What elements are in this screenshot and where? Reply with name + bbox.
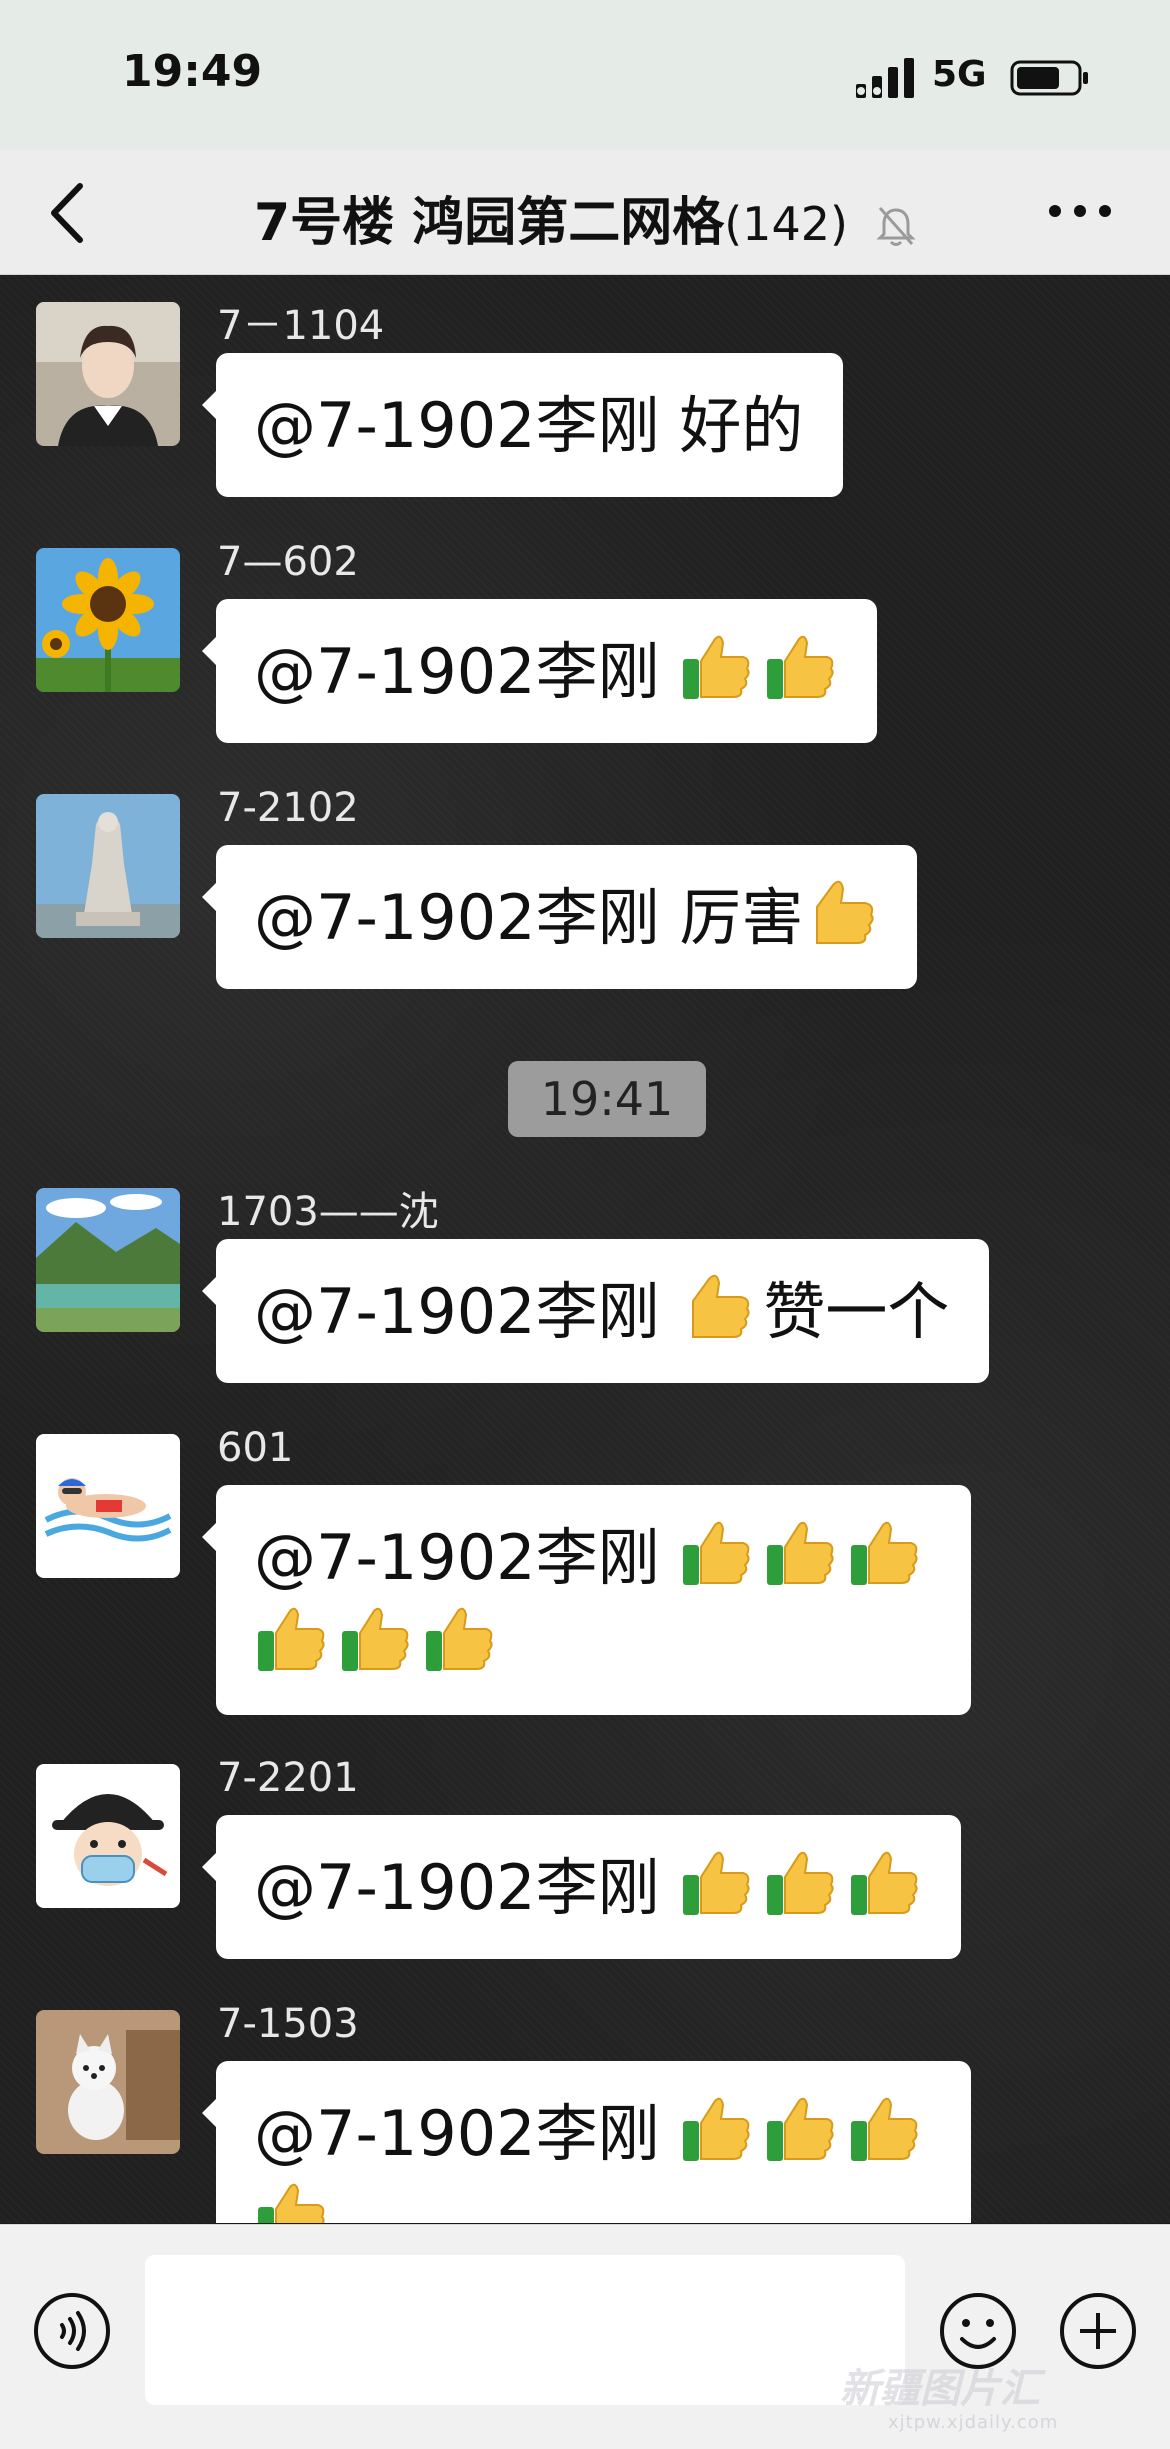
mention: @7-1902李刚 xyxy=(254,635,660,708)
plus-icon[interactable] xyxy=(1058,2291,1138,2371)
signal-icon xyxy=(856,58,914,98)
thumbs-up-emoji xyxy=(767,2097,834,2161)
message-bubble[interactable]: @7-1902李刚 好的 xyxy=(201,353,844,497)
thumbs-up-emoji xyxy=(767,635,834,699)
thumbs-up-emoji xyxy=(683,635,750,699)
sender-name: 7—602 xyxy=(217,539,359,585)
thumbs-up-emoji xyxy=(342,1607,409,1671)
message-text: 厉害 xyxy=(659,881,804,954)
thumbs-up-emoji xyxy=(816,880,874,944)
thumbs-up-emoji xyxy=(767,1521,834,1585)
message-text xyxy=(660,635,680,708)
mention: @7-1902李刚 xyxy=(254,1275,660,1348)
sender-name: 1703——沈 xyxy=(217,1189,439,1235)
battery-icon xyxy=(1010,60,1088,96)
message-bubble[interactable]: @7-1902李刚 厉害 xyxy=(201,845,918,989)
network-type: 5G xyxy=(932,54,987,95)
chat-header: 7号楼 鸿园第二网格(142) xyxy=(0,150,1170,275)
more-dots-icon[interactable] xyxy=(1045,196,1115,226)
status-time: 19:49 xyxy=(122,46,263,97)
message-text xyxy=(660,1275,680,1348)
sender-name: 7-1503 xyxy=(217,2001,359,2047)
thumbs-up-emoji xyxy=(258,1607,325,1671)
avatar[interactable] xyxy=(36,548,180,692)
mention: @7-1902李刚 xyxy=(254,2097,660,2170)
mention: @7-1902李刚 xyxy=(254,389,660,462)
time-divider: 19:41 xyxy=(508,1061,706,1137)
mention: @7-1902李刚 xyxy=(254,1851,660,1924)
sender-name: 7－1104 xyxy=(217,303,385,349)
thumbs-up-emoji xyxy=(258,2183,325,2223)
group-name: 7号楼 鸿园第二网格 xyxy=(253,193,725,253)
sender-name: 7-2102 xyxy=(217,785,359,831)
avatar[interactable] xyxy=(36,1434,180,1578)
thumbs-up-emoji xyxy=(426,1607,493,1671)
message-bubble[interactable]: @7-1902李刚 xyxy=(201,2061,972,2223)
mention: @7-1902李刚 xyxy=(254,1521,660,1594)
message-bubble[interactable]: @7-1902李刚 xyxy=(201,1815,962,1959)
thumbs-up-emoji xyxy=(692,1274,750,1338)
thumbs-up-emoji xyxy=(851,2097,918,2161)
avatar[interactable] xyxy=(36,2010,180,2154)
message-list[interactable]: 7－1104 @7-1902李刚 好的 7—602 @7-1902李刚 7-21… xyxy=(0,275,1170,2223)
avatar[interactable] xyxy=(36,1764,180,1908)
status-bar: 19:49 5G xyxy=(0,0,1170,150)
thumbs-up-emoji xyxy=(851,1851,918,1915)
thumbs-up-emoji xyxy=(851,1521,918,1585)
watermark-text: 新疆图片汇 xyxy=(840,2366,1040,2412)
message-text xyxy=(660,1851,680,1924)
message-text: 好的 xyxy=(659,389,804,462)
message-bubble[interactable]: @7-1902李刚 xyxy=(201,599,878,743)
thumbs-up-emoji xyxy=(683,1851,750,1915)
message-input[interactable] xyxy=(145,2255,905,2405)
thumbs-up-emoji xyxy=(683,1521,750,1585)
avatar[interactable] xyxy=(36,302,180,446)
thumbs-up-emoji xyxy=(767,1851,834,1915)
avatar[interactable] xyxy=(36,1188,180,1332)
message-text xyxy=(660,2097,680,2170)
bell-muted-icon xyxy=(876,207,916,246)
message-text xyxy=(660,1521,680,1594)
thumbs-up-emoji xyxy=(683,2097,750,2161)
member-count: (142) xyxy=(724,197,848,251)
sender-name: 601 xyxy=(217,1425,294,1471)
message-bubble[interactable]: @7-1902李刚 赞一个 xyxy=(201,1239,990,1383)
chat-title: 7号楼 鸿园第二网格(142) xyxy=(0,180,1170,255)
message-bubble[interactable]: @7-1902李刚 xyxy=(201,1485,972,1715)
voice-icon[interactable] xyxy=(32,2291,112,2371)
watermark-url: xjtpw.xjdaily.com xyxy=(888,2412,1059,2433)
sender-name: 7-2201 xyxy=(217,1755,359,1801)
mention: @7-1902李刚 xyxy=(254,881,660,954)
message-suffix: 赞一个 xyxy=(763,1275,950,1348)
avatar[interactable] xyxy=(36,794,180,938)
